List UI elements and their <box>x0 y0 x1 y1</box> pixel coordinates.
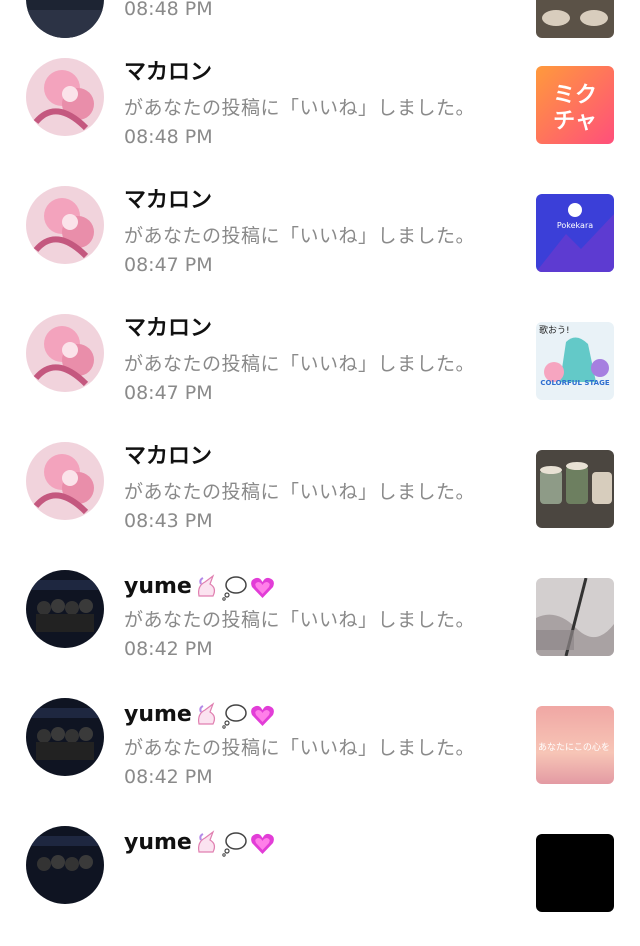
post-thumbnail[interactable] <box>536 0 614 38</box>
post-thumbnail[interactable]: Pokekara <box>536 194 614 272</box>
user-name[interactable]: マカロン <box>124 442 212 472</box>
notification-time: 08:42 PM <box>124 766 213 788</box>
user-avatar[interactable] <box>26 826 104 904</box>
notification-message: があなたの投稿に「いいね」しました。 <box>124 353 476 375</box>
notification-row[interactable]: マカロン があなたの投稿に「いいね」しました。 08:47 PM 歌おう! CO… <box>0 306 640 434</box>
notification-time: 08:48 PM <box>124 126 213 148</box>
notification-message: があなたの投稿に「いいね」しました。 <box>124 609 476 631</box>
notification-time: 08:48 PM <box>124 0 213 20</box>
user-name[interactable]: yume <box>124 572 276 602</box>
unicorn-icon <box>193 829 220 857</box>
user-name[interactable]: yume <box>124 700 276 730</box>
notification-row[interactable]: yume があなたの投稿に「いいね」しました。 08:42 PM あなたにこの心… <box>0 690 640 818</box>
user-name[interactable]: マカロン <box>124 314 212 344</box>
sparkling-heart-icon <box>249 574 276 601</box>
notification-row[interactable]: マカロン があなたの投稿に「いいね」しました。 08:48 PM ミク チャ <box>0 50 640 178</box>
notification-message: があなたの投稿に「いいね」しました。 <box>124 737 476 759</box>
notification-time: 08:43 PM <box>124 510 213 532</box>
user-avatar[interactable] <box>26 570 104 648</box>
user-name[interactable]: マカロン <box>124 186 212 216</box>
unicorn-icon <box>193 701 220 729</box>
user-name[interactable]: yume <box>124 828 276 858</box>
svg-text:Pokekara: Pokekara <box>557 221 593 230</box>
svg-text:チャ: チャ <box>553 109 597 134</box>
notification-row[interactable]: yume があなたの投稿に「いいね」しました。 08:42 PM <box>0 562 640 690</box>
thought-bubble-icon <box>221 574 248 601</box>
notification-time: 08:47 PM <box>124 382 213 404</box>
svg-text:あなたにこの心を: あなたにこの心を <box>538 742 610 753</box>
thought-bubble-icon <box>221 830 248 857</box>
user-name[interactable]: マカロン <box>124 58 212 88</box>
post-thumbnail[interactable] <box>536 834 614 912</box>
post-thumbnail[interactable] <box>536 450 614 528</box>
user-avatar[interactable] <box>26 442 104 520</box>
notification-row[interactable]: yume <box>0 818 640 946</box>
svg-text:COLORFUL STAGE: COLORFUL STAGE <box>540 379 609 387</box>
notification-row[interactable]: 08:48 PM <box>0 0 640 38</box>
post-thumbnail[interactable]: 歌おう! COLORFUL STAGE <box>536 322 614 400</box>
notification-row[interactable]: マカロン があなたの投稿に「いいね」しました。 08:47 PM Pokekar… <box>0 178 640 306</box>
user-avatar[interactable] <box>26 698 104 776</box>
notification-row[interactable]: マカロン があなたの投稿に「いいね」しました。 08:43 PM <box>0 434 640 562</box>
notification-message: があなたの投稿に「いいね」しました。 <box>124 225 476 247</box>
notification-message: があなたの投稿に「いいね」しました。 <box>124 481 476 503</box>
notification-message: があなたの投稿に「いいね」しました。 <box>124 97 476 119</box>
thought-bubble-icon <box>221 702 248 729</box>
unicorn-icon <box>193 573 220 601</box>
notification-time: 08:42 PM <box>124 638 213 660</box>
user-avatar[interactable] <box>26 0 104 38</box>
sparkling-heart-icon <box>249 830 276 857</box>
sparkling-heart-icon <box>249 702 276 729</box>
svg-text:歌おう!: 歌おう! <box>539 324 570 336</box>
notification-time: 08:47 PM <box>124 254 213 276</box>
post-thumbnail[interactable] <box>536 578 614 656</box>
user-avatar[interactable] <box>26 58 104 136</box>
user-avatar[interactable] <box>26 186 104 264</box>
user-avatar[interactable] <box>26 314 104 392</box>
svg-text:ミク: ミク <box>553 83 597 108</box>
post-thumbnail[interactable]: あなたにこの心を <box>536 706 614 784</box>
post-thumbnail[interactable]: ミク チャ <box>536 66 614 144</box>
